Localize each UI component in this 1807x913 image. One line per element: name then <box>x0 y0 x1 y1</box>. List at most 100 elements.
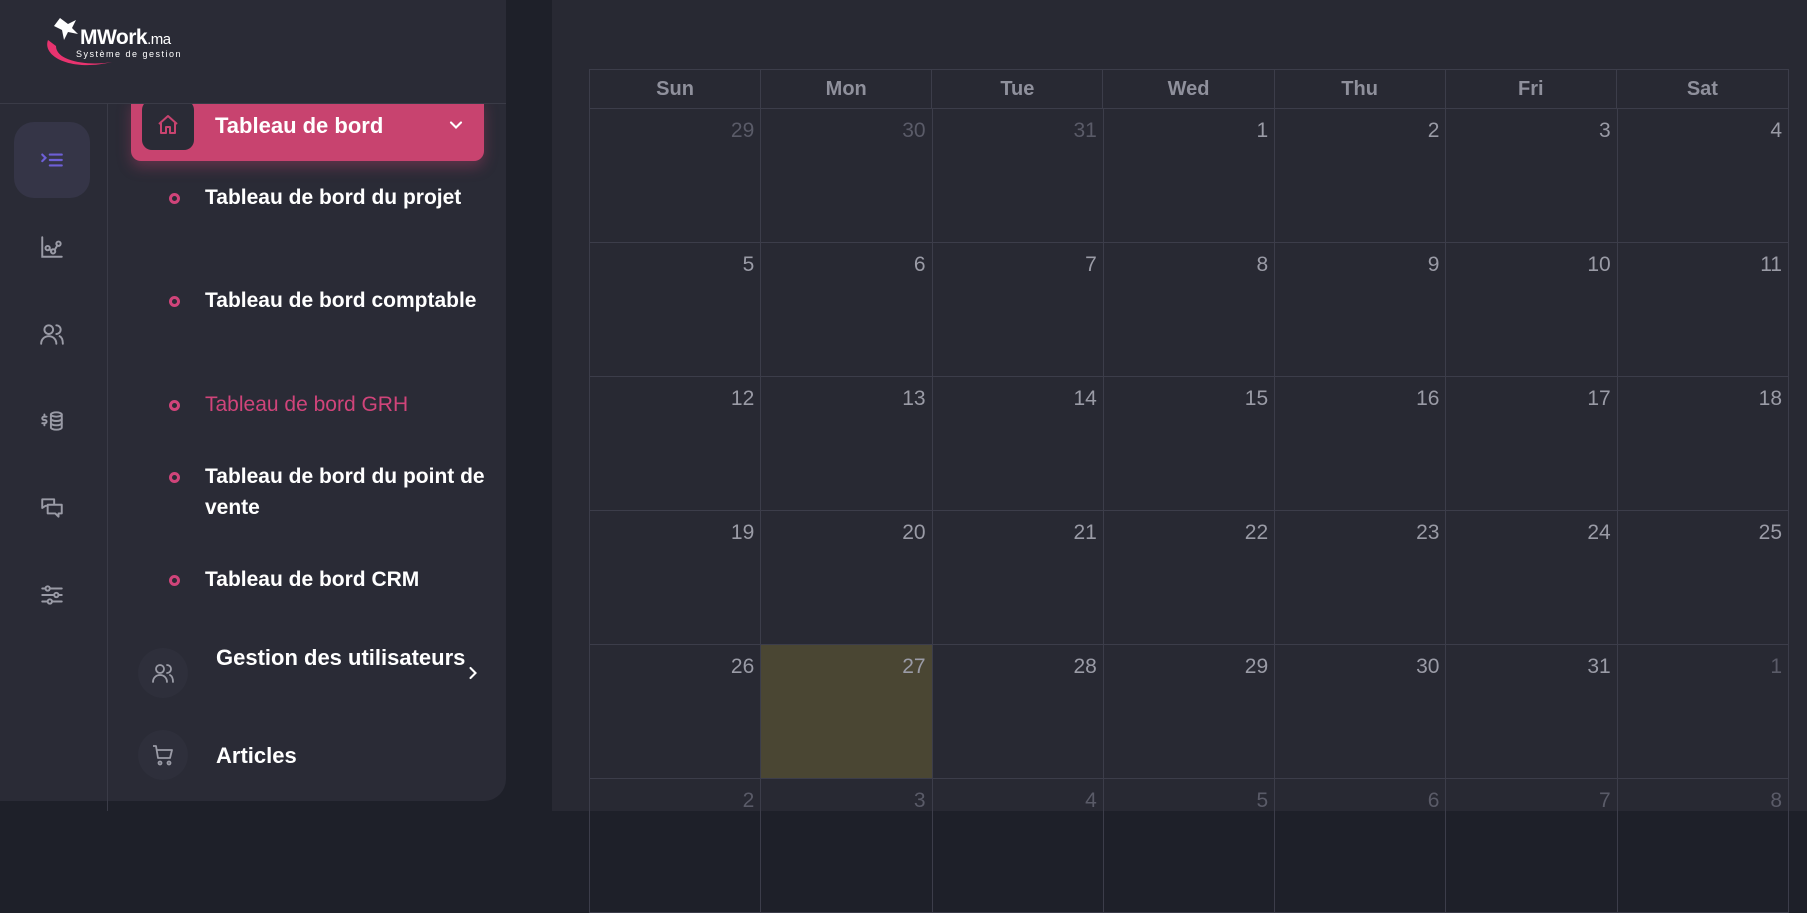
bullet-icon <box>169 193 180 204</box>
calendar-day[interactable]: 25 <box>1617 511 1789 645</box>
users-button[interactable] <box>14 296 90 372</box>
day-number: 25 <box>1758 521 1782 544</box>
day-number: 11 <box>1760 253 1782 276</box>
settings-sliders-icon <box>41 585 63 605</box>
calendar-day[interactable]: 26 <box>590 645 762 779</box>
submenu-pos-dashboard[interactable]: Tableau de bord du point de vente <box>205 461 490 523</box>
calendar-day[interactable]: 14 <box>932 377 1104 511</box>
calendar-day[interactable]: 1 <box>1103 109 1276 243</box>
calendar-day[interactable]: 2 <box>1275 109 1447 243</box>
calendar-day[interactable]: 4 <box>1617 109 1789 243</box>
calendar-day[interactable]: 22 <box>1103 511 1276 645</box>
calendar-day[interactable]: 20 <box>761 511 933 645</box>
calendar-day[interactable]: 21 <box>932 511 1104 645</box>
day-number: 10 <box>1587 253 1611 276</box>
calendar-day[interactable]: 12 <box>590 377 762 511</box>
calendar-day[interactable]: 23 <box>1275 511 1447 645</box>
settings-button[interactable] <box>14 557 90 633</box>
calendar-day[interactable]: 31 <box>932 109 1104 243</box>
calendar-grid: 29 30 31 1 2 3 4 5 6 7 8 9 10 11 12 13 14 15 16 17 18 19 20 21 2… <box>589 108 1789 913</box>
day-number: 31 <box>1073 119 1097 142</box>
finance-icon <box>41 411 63 431</box>
calendar-day[interactable]: 8 <box>1103 243 1276 377</box>
weekday-mon: Mon <box>761 70 933 109</box>
calendar-day[interactable]: 29 <box>1103 645 1276 779</box>
day-number: 20 <box>902 521 926 544</box>
day-number: 5 <box>742 253 755 276</box>
users-icon <box>40 324 64 345</box>
calendar-day[interactable]: 17 <box>1446 377 1618 511</box>
submenu-project-dashboard[interactable]: Tableau de bord du projet <box>205 182 490 213</box>
calendar-day[interactable]: 29 <box>590 109 762 243</box>
day-number: 2 <box>1427 119 1440 142</box>
menu-item-label: Tableau de bord <box>215 113 384 138</box>
calendar-day[interactable]: 30 <box>1275 645 1447 779</box>
day-number: 17 <box>1587 387 1611 410</box>
calendar-day[interactable]: 5 <box>1103 779 1276 913</box>
menu-item-articles[interactable]: Articles <box>138 730 483 782</box>
calendar-day[interactable]: 3 <box>761 779 933 913</box>
calendar-day[interactable]: 10 <box>1446 243 1618 377</box>
day-number: 24 <box>1587 521 1611 544</box>
day-number: 5 <box>1256 789 1269 812</box>
day-number: 28 <box>1073 655 1097 678</box>
calendar-day-today[interactable]: 27 <box>761 645 933 779</box>
logo-area: MWork.ma Système de gestion <box>0 0 506 104</box>
calendar-day[interactable]: 13 <box>761 377 933 511</box>
calendar-day[interactable]: 24 <box>1446 511 1618 645</box>
calendar-day[interactable]: 19 <box>590 511 762 645</box>
calendar-day[interactable]: 15 <box>1103 377 1276 511</box>
bullet-icon <box>169 296 180 307</box>
calendar-day[interactable]: 6 <box>1275 779 1447 913</box>
day-number: 19 <box>730 521 755 544</box>
menu-toggle-button[interactable] <box>14 122 90 198</box>
day-number: 6 <box>913 253 926 276</box>
calendar-day[interactable]: 7 <box>1446 779 1618 913</box>
weekday-fri: Fri <box>1446 70 1617 109</box>
calendar-day[interactable]: 11 <box>1617 243 1789 377</box>
day-number: 13 <box>902 387 926 410</box>
calendar-day[interactable]: 30 <box>761 109 933 243</box>
chat-button[interactable] <box>14 470 90 546</box>
day-number: 7 <box>1599 789 1611 812</box>
day-number: 7 <box>1085 253 1097 276</box>
day-number: 1 <box>1770 655 1782 678</box>
bullet-icon <box>169 472 180 483</box>
menu-toggle-icon <box>41 153 63 167</box>
calendar-day[interactable]: 8 <box>1617 779 1789 913</box>
day-number: 4 <box>1770 119 1782 142</box>
calendar-day[interactable]: 16 <box>1275 377 1447 511</box>
day-number: 27 <box>902 655 926 678</box>
menu-item-user-management[interactable]: Gestion des utilisateurs <box>138 642 483 704</box>
chart-icon <box>41 236 63 258</box>
logo-brand: MWork <box>80 26 148 49</box>
logo-text[interactable]: MWork.ma <box>80 26 171 50</box>
logo-tagline: Système de gestion <box>76 49 183 59</box>
submenu-crm-dashboard[interactable]: Tableau de bord CRM <box>205 564 490 595</box>
logo-suffix: .ma <box>147 31 171 48</box>
day-number: 30 <box>1416 655 1440 678</box>
calendar-day[interactable]: 5 <box>590 243 762 377</box>
calendar-day[interactable]: 31 <box>1446 645 1618 779</box>
calendar-day[interactable]: 7 <box>932 243 1104 377</box>
analytics-button[interactable] <box>14 209 90 285</box>
weekday-tue: Tue <box>932 70 1104 109</box>
calendar-day[interactable]: 4 <box>932 779 1104 913</box>
weekday-wed: Wed <box>1103 70 1275 109</box>
calendar-day[interactable]: 2 <box>590 779 762 913</box>
nav-menu: Tableau de bord Tableau de bord du proje… <box>108 104 506 801</box>
calendar-day[interactable]: 6 <box>761 243 933 377</box>
calendar-day[interactable]: 18 <box>1617 377 1789 511</box>
submenu-hr-dashboard[interactable]: Tableau de bord GRH <box>205 389 490 420</box>
chat-icon <box>41 498 63 518</box>
submenu-accounting-dashboard[interactable]: Tableau de bord comptable <box>205 285 490 316</box>
day-number: 23 <box>1416 521 1440 544</box>
calendar-day[interactable]: 9 <box>1275 243 1447 377</box>
cart-icon <box>138 730 188 780</box>
menu-item-dashboard[interactable]: Tableau de bord <box>131 104 484 161</box>
day-number: 22 <box>1244 521 1269 544</box>
calendar-day[interactable]: 28 <box>932 645 1104 779</box>
calendar-day[interactable]: 3 <box>1446 109 1618 243</box>
finance-button[interactable] <box>14 383 90 459</box>
calendar-day[interactable]: 1 <box>1617 645 1789 779</box>
